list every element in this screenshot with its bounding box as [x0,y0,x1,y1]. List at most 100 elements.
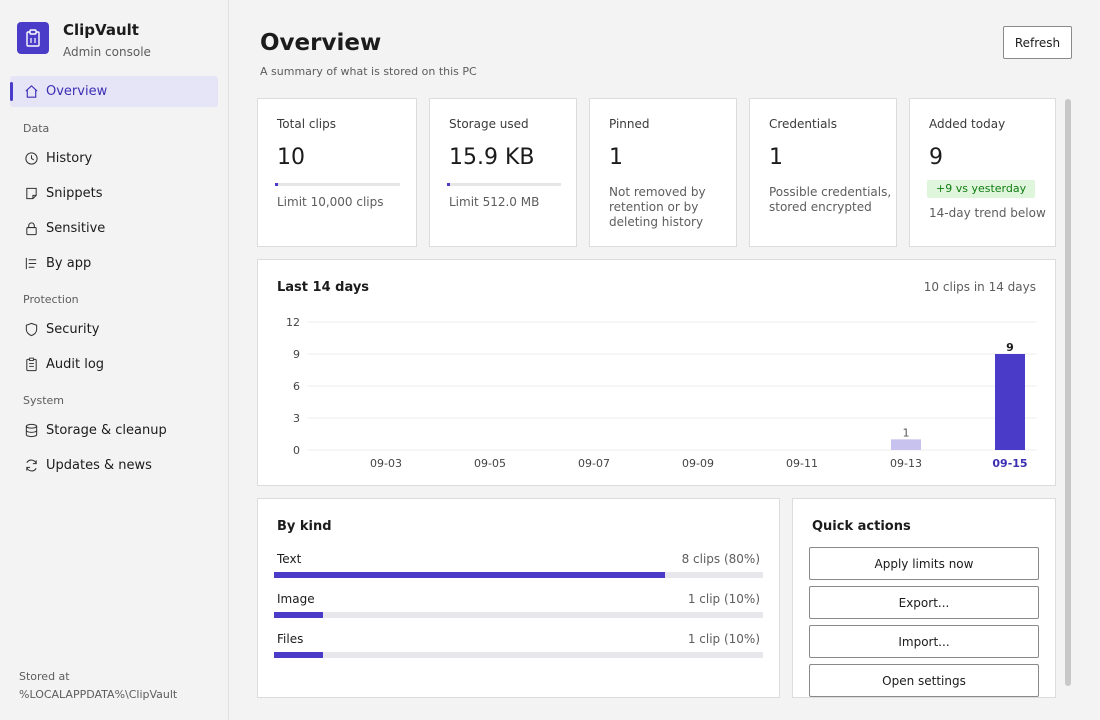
delta-badge: +9 vs yesterday [927,180,1036,198]
by-kind-title: By kind [277,519,332,534]
data-label: 9 [1006,341,1014,354]
storage-location: Stored at %LOCALAPPDATA%\ClipVault [19,668,177,704]
quick-actions-card: Quick actions Apply limits now Export...… [792,498,1056,698]
storage-location-label: Stored at [19,670,70,683]
kind-bar-fill [274,612,323,618]
stat-label: Storage used [449,117,529,131]
sidebar-item-history[interactable]: History [10,143,218,174]
stat-value: 9 [929,145,943,170]
scrollbar[interactable] [1065,99,1071,686]
stat-card-storage-used: Storage used 15.9 KB Limit 512.0 MB [429,98,577,247]
database-icon [23,423,39,439]
bar [891,439,921,450]
x-tick-label: 09-13 [890,457,922,470]
stat-card-credentials: Credentials 1 Possible credentials, stor… [749,98,897,247]
nav-section-data: Data [23,122,50,135]
usage-bar [275,183,400,186]
sidebar-item-sensitive[interactable]: Sensitive [10,213,218,244]
usage-bar [447,183,561,186]
sidebar-item-label: Audit log [46,357,105,372]
sidebar-item-by-app[interactable]: By app [10,248,218,279]
nav-section-protection: Protection [23,293,79,306]
stat-card-total-clips: Total clips 10 Limit 10,000 clips [257,98,417,247]
stat-card-pinned: Pinned 1 Not removed by retention or by … [589,98,737,247]
refresh-button[interactable]: Refresh [1003,26,1072,59]
sidebar-item-label: Overview [46,84,108,99]
trend-card: Last 14 days 10 clips in 14 days 0 3 6 9 12 1… [257,259,1056,486]
home-icon [23,84,39,100]
x-tick-label: 09-07 [578,457,610,470]
clipboard-icon [17,22,49,54]
kind-bar-fill [274,652,323,658]
kind-label: Image [277,592,315,606]
kind-bar-fill [274,572,665,578]
lock-icon [23,221,39,237]
nav-section-system: System [23,394,65,407]
x-tick-label: 09-05 [474,457,506,470]
kind-bar [274,612,763,618]
stat-note: Possible credentials, stored encrypted [769,185,892,214]
sidebar-item-label: Updates & news [46,458,152,473]
sidebar-item-updates-news[interactable]: Updates & news [10,450,218,481]
usage-bar-fill [447,183,450,186]
app-name: ClipVault [63,21,139,39]
kind-label: Files [277,632,304,646]
x-tick-label: 09-09 [682,457,714,470]
sidebar-item-label: History [46,151,93,166]
sidebar-item-storage-cleanup[interactable]: Storage & cleanup [10,415,218,446]
usage-bar-fill [275,183,278,186]
stat-label: Credentials [769,117,838,131]
sidebar-item-label: Sensitive [46,221,106,236]
apply-limits-button[interactable]: Apply limits now [809,547,1039,580]
stat-value: 15.9 KB [449,145,535,170]
by-kind-card: By kind Text 8 clips (80%) Image 1 clip … [257,498,780,698]
kind-count: 8 clips (80%) [681,552,760,566]
sidebar-item-security[interactable]: Security [10,314,218,345]
kind-count: 1 clip (10%) [687,632,760,646]
stat-value: 1 [769,145,783,170]
sidebar-item-audit-log[interactable]: Audit log [10,349,218,380]
export-button[interactable]: Export... [809,586,1039,619]
shield-icon [23,322,39,338]
stat-label: Added today [929,117,1006,131]
y-tick-label: 0 [293,444,300,457]
y-tick-label: 3 [293,412,300,425]
history-icon [23,151,39,167]
storage-location-path: %LOCALAPPDATA%\ClipVault [19,688,178,701]
sidebar-item-label: Snippets [46,186,103,201]
snippet-icon [23,186,39,202]
kind-label: Text [277,552,302,566]
stat-label: Pinned [609,117,650,131]
page-subtitle: A summary of what is stored on this PC [260,65,477,78]
open-settings-button[interactable]: Open settings [809,664,1039,697]
stat-note: 14-day trend below [929,206,1046,220]
y-tick-label: 12 [286,316,300,329]
sidebar-item-label: Security [46,322,100,337]
stat-value: 10 [277,145,305,170]
y-tick-label: 6 [293,380,300,393]
y-tick-label: 9 [293,348,300,361]
x-tick-label: 09-03 [370,457,402,470]
kind-bar [274,652,763,658]
refresh-icon [23,458,39,474]
sidebar-item-overview[interactable]: Overview [10,76,218,107]
list-icon [23,256,39,272]
stat-note: Limit 10,000 clips [277,195,384,209]
kind-bar [274,572,763,578]
stat-label: Total clips [277,117,336,131]
x-tick-label: 09-11 [786,457,818,470]
sidebar: ClipVault Admin console Overview Data Hi… [0,0,229,720]
bar [995,354,1025,450]
app-subtitle: Admin console [63,45,151,59]
sidebar-item-label: Storage & cleanup [46,423,167,438]
sidebar-item-label: By app [46,256,92,271]
trend-chart: 0 3 6 9 12 1 9 09-03 09-05 09-07 09-09 09-11 09-13 09… [286,316,1036,470]
stat-card-added-today: Added today 9 +9 vs yesterday 14-day tre… [909,98,1056,247]
kind-count: 1 clip (10%) [687,592,760,606]
stat-note: Limit 512.0 MB [449,195,540,209]
sidebar-item-snippets[interactable]: Snippets [10,178,218,209]
audit-icon [23,357,39,373]
quick-actions-title: Quick actions [812,519,911,534]
import-button[interactable]: Import... [809,625,1039,658]
page-title: Overview [260,30,382,56]
